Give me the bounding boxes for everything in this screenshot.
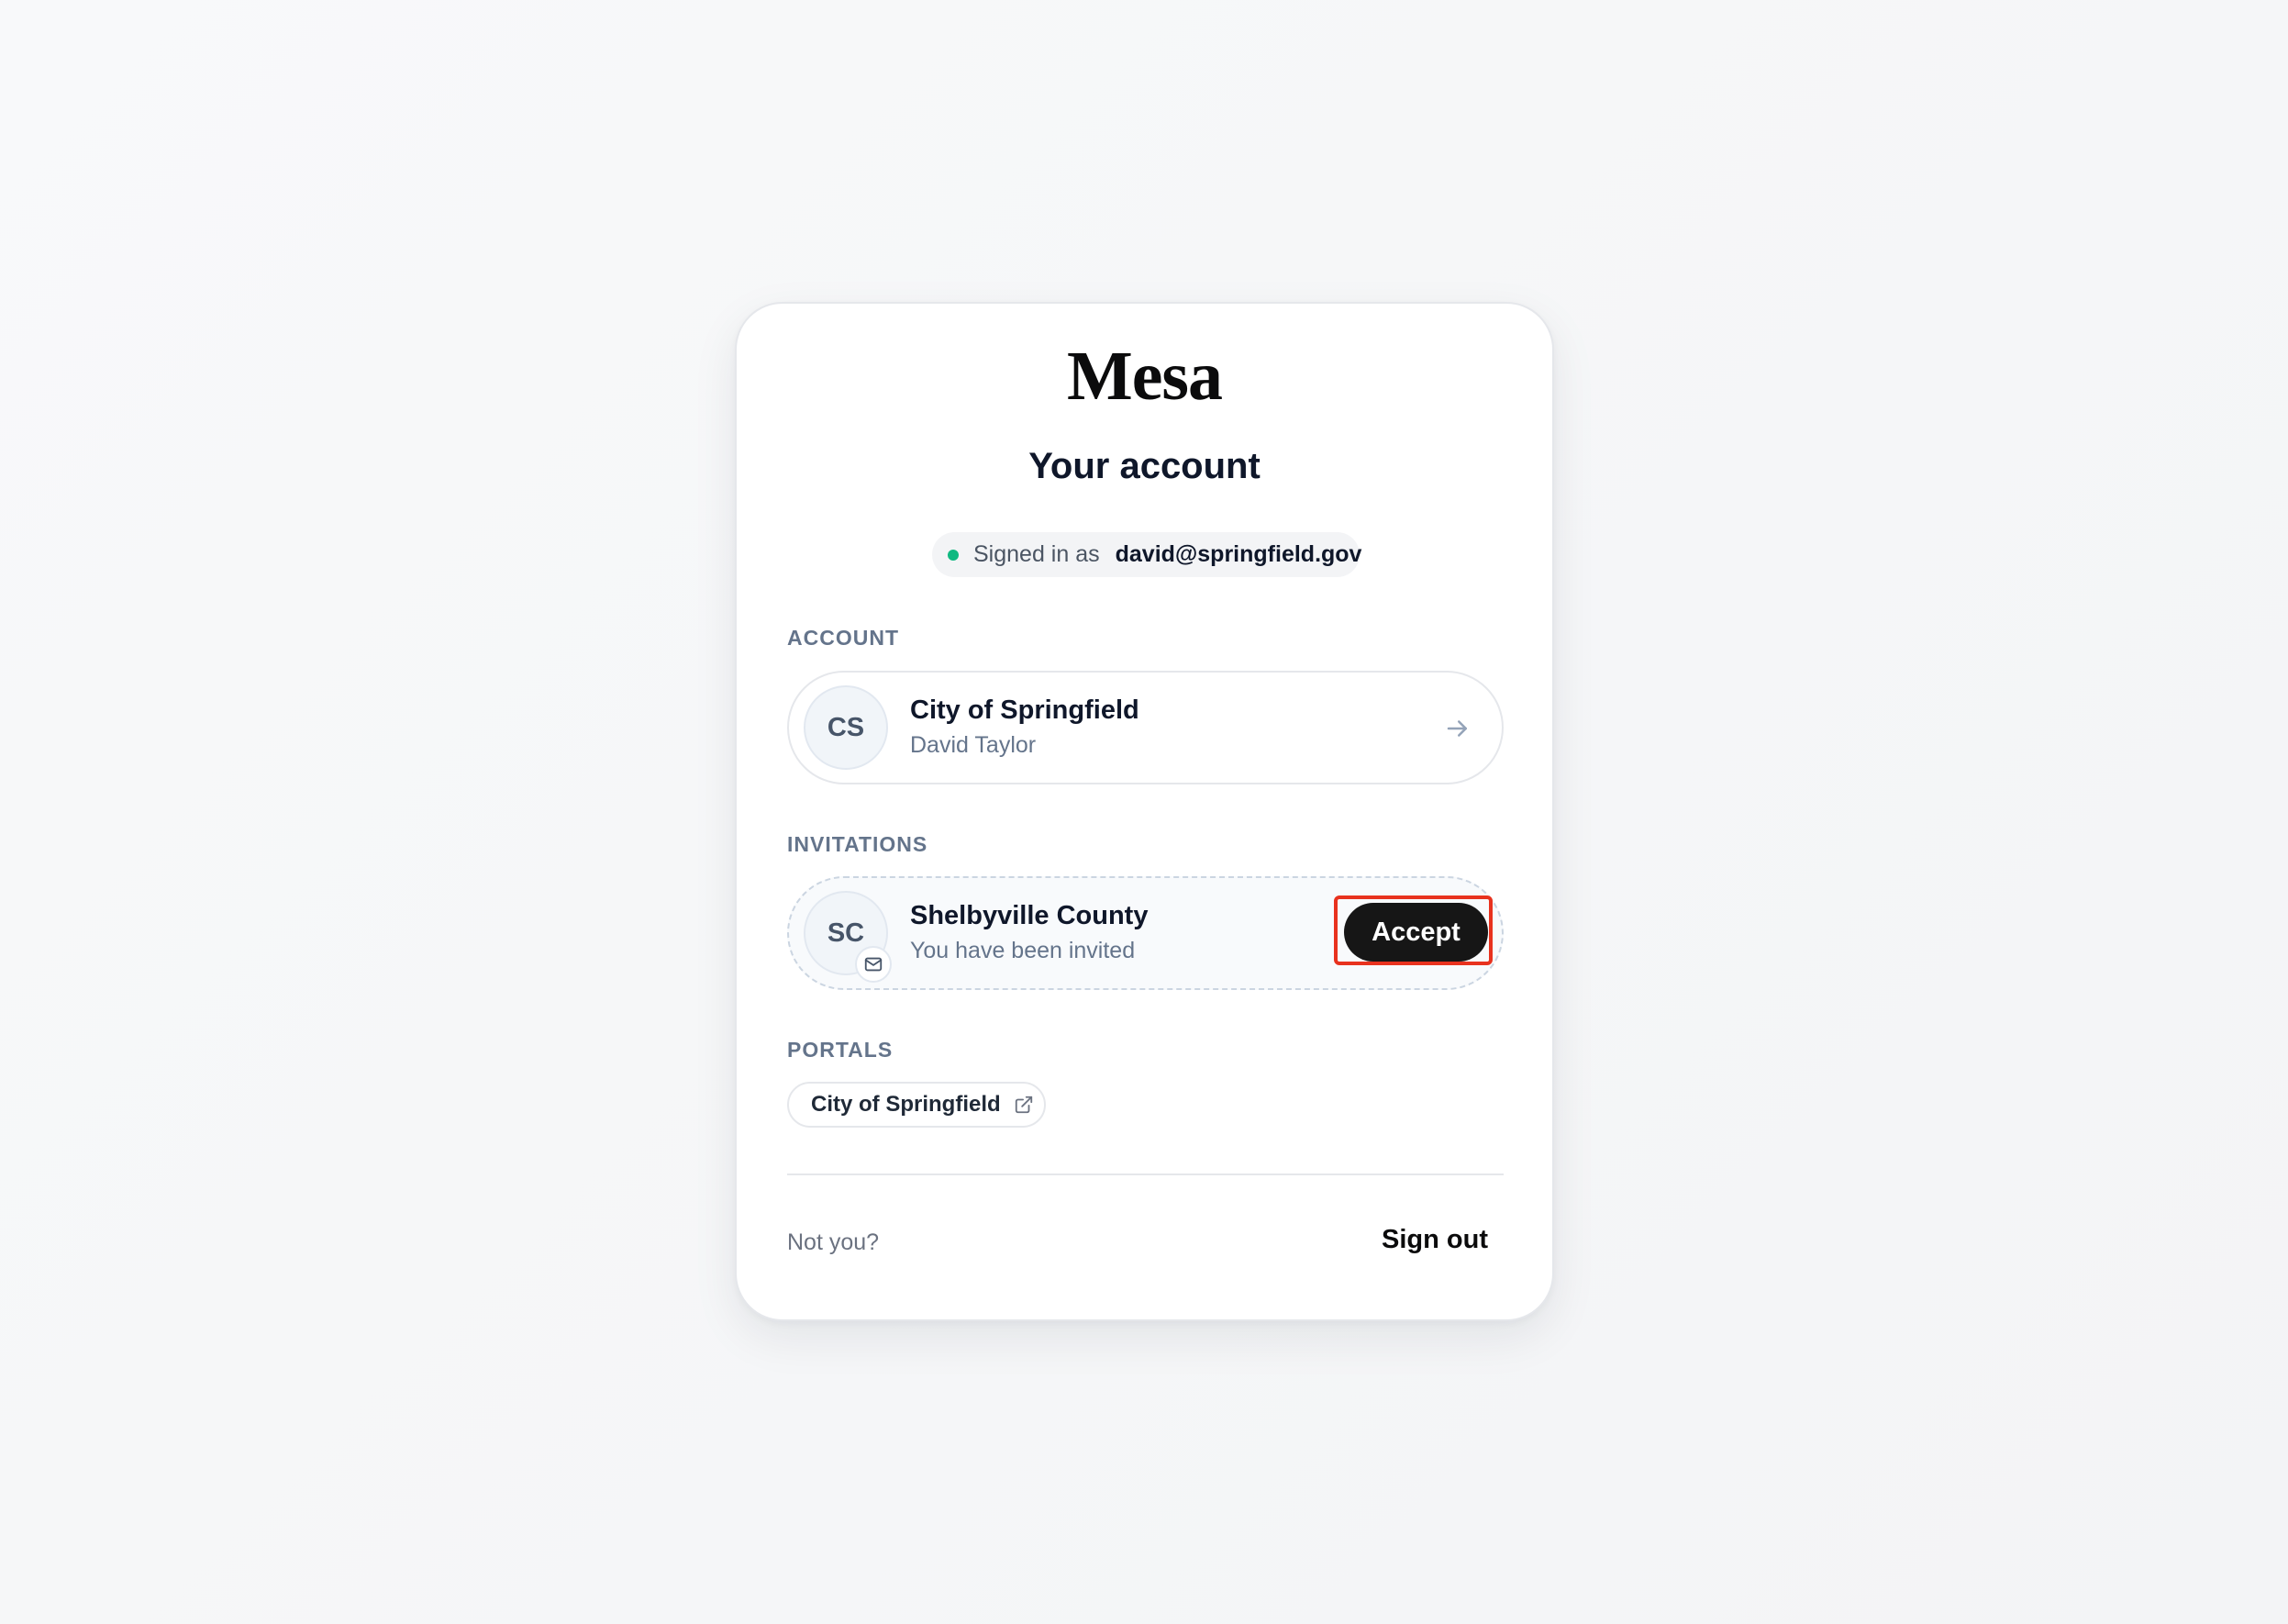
account-card: Mesa Your account Signed in as david@spr… bbox=[735, 302, 1554, 1321]
avatar: CS bbox=[804, 685, 888, 770]
portal-label: City of Springfield bbox=[811, 1092, 1001, 1117]
page-title: Your account bbox=[1028, 446, 1261, 486]
not-you-text: Not you? bbox=[787, 1229, 880, 1255]
account-user: David Taylor bbox=[910, 732, 1037, 758]
accept-invitation-button[interactable]: Accept bbox=[1344, 903, 1488, 962]
account-section-label: ACCOUNT bbox=[787, 626, 899, 650]
portal-link-city-of-springfield[interactable]: City of Springfield bbox=[787, 1082, 1046, 1128]
arrow-right-icon bbox=[1447, 720, 1467, 737]
signed-in-label: Signed in as bbox=[973, 541, 1100, 567]
signed-in-email: david@springfield.gov bbox=[1115, 541, 1362, 567]
invitations-section-label: INVITATIONS bbox=[787, 832, 928, 856]
invitation-text: Shelbyville County You have been invited bbox=[910, 903, 1148, 962]
invitation-badge bbox=[855, 946, 892, 983]
account-name: City of Springfield bbox=[910, 695, 1139, 725]
invitation-subtitle: You have been invited bbox=[910, 938, 1136, 963]
mail-icon bbox=[864, 957, 883, 972]
invitation-item-shelbyville-county: SC Shelbyville County You have been invi… bbox=[787, 876, 1504, 990]
mesa-logo: Mesa bbox=[1066, 338, 1223, 415]
external-link-icon bbox=[1015, 1096, 1032, 1114]
status-dot-icon bbox=[948, 549, 959, 561]
portals-section-label: PORTALS bbox=[787, 1038, 894, 1062]
signed-in-badge: Signed in as david@springfield.gov bbox=[932, 532, 1362, 577]
invitation-name: Shelbyville County bbox=[910, 901, 1149, 930]
sign-out-button[interactable]: Sign out bbox=[1382, 1217, 1488, 1262]
account-item-city-of-springfield[interactable]: CS City of Springfield David Taylor bbox=[787, 671, 1504, 784]
divider bbox=[787, 1174, 1504, 1175]
account-item-text: City of Springfield David Taylor bbox=[910, 697, 1139, 757]
